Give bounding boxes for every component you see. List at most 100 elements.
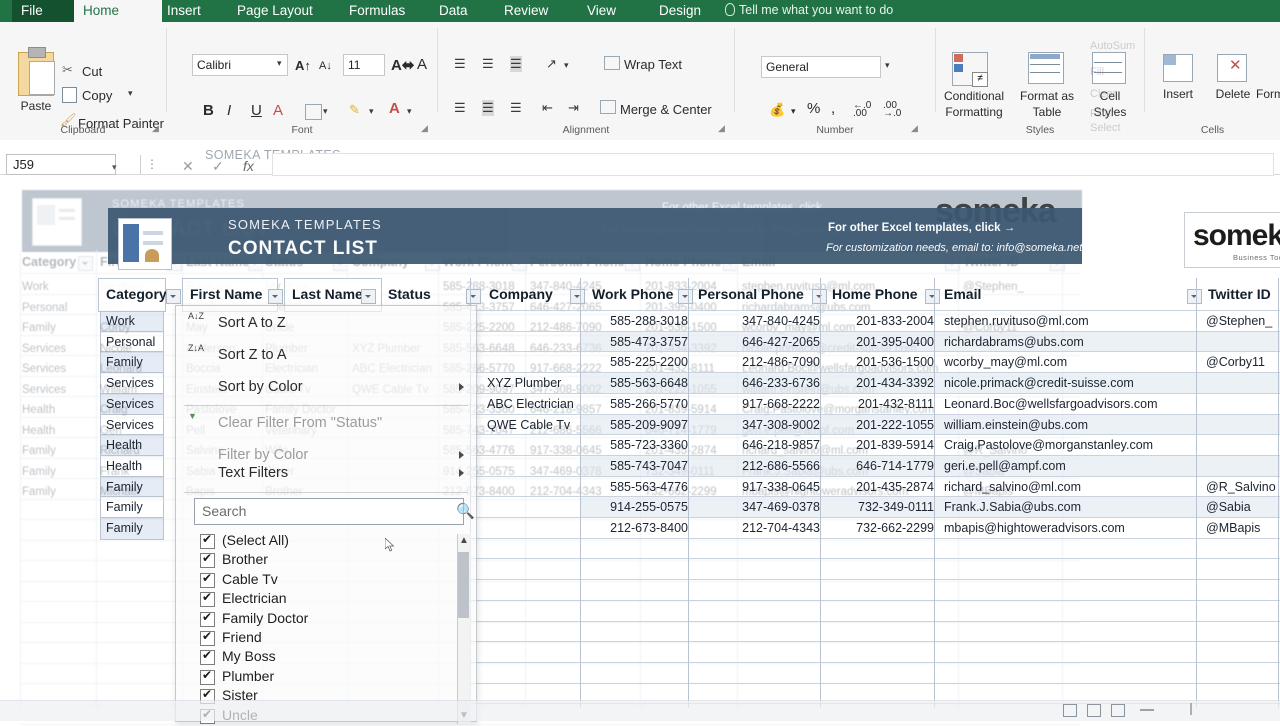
cell-personal-phone[interactable]: 347-840-4245 bbox=[700, 314, 820, 328]
cell-email[interactable]: Craig.Pastolove@morganstanley.com bbox=[944, 438, 1194, 452]
note-link-text[interactable]: For other Excel templates, click → bbox=[828, 222, 1015, 234]
filter-checkbox-item[interactable]: Cable Tv bbox=[222, 571, 462, 591]
cell-category[interactable]: Work bbox=[106, 314, 168, 328]
cell-home-phone[interactable]: 201-435-2874 bbox=[834, 480, 934, 494]
checkbox-icon[interactable] bbox=[200, 631, 215, 646]
cell-category[interactable]: Family bbox=[106, 521, 168, 535]
cell-personal-phone[interactable]: 646-233-6736 bbox=[700, 376, 820, 390]
normal-view-icon[interactable] bbox=[1063, 704, 1077, 717]
filter-icon-first-name[interactable] bbox=[268, 289, 283, 304]
cell-personal-phone[interactable]: 347-308-9002 bbox=[700, 418, 820, 432]
cell-personal-phone[interactable]: 212-686-5566 bbox=[700, 459, 820, 473]
cell-home-phone[interactable]: 732-349-0111 bbox=[834, 500, 934, 514]
cell-category[interactable]: Personal bbox=[106, 335, 168, 349]
cell-home-phone[interactable]: 732-662-2299 bbox=[834, 521, 934, 535]
scroll-up-icon[interactable]: ▲ bbox=[459, 535, 469, 546]
filter-icon-company[interactable] bbox=[570, 289, 585, 304]
checkbox-icon[interactable] bbox=[200, 573, 215, 588]
menu-item-text-filters[interactable]: Text Filters bbox=[176, 458, 476, 488]
cell-work-phone[interactable]: 585-723-3360 bbox=[588, 438, 688, 452]
filter-checkbox-item[interactable]: Brother bbox=[222, 551, 462, 571]
zoom-slider[interactable] bbox=[1140, 709, 1154, 711]
cell-category[interactable]: Services bbox=[106, 397, 168, 411]
cell-category[interactable]: Health bbox=[106, 438, 168, 452]
cell-email[interactable]: mbapis@hightoweradvisors.com bbox=[944, 521, 1194, 535]
checkbox-icon[interactable] bbox=[200, 670, 215, 685]
filter-icon-status[interactable] bbox=[466, 289, 481, 304]
page-layout-view-icon[interactable] bbox=[1087, 704, 1101, 717]
cell-home-phone[interactable]: 201-432-8111 bbox=[834, 397, 934, 411]
cell-personal-phone[interactable]: 917-668-2222 bbox=[700, 397, 820, 411]
menu-item-sort-za[interactable]: Sort Z to A bbox=[176, 340, 476, 370]
cell-email[interactable]: stephen.ruvituso@ml.com bbox=[944, 314, 1194, 328]
cell-home-phone[interactable]: 201-434-3392 bbox=[834, 376, 934, 390]
cell-home-phone[interactable]: 646-714-1779 bbox=[834, 459, 934, 473]
filter-checkbox-item[interactable]: (Select All) bbox=[222, 532, 462, 552]
cell-home-phone[interactable]: 201-536-1500 bbox=[834, 355, 934, 369]
filter-dropdown-menu[interactable]: A↓Z Sort A to Z Z↓A Sort Z to A Sort by … bbox=[175, 305, 477, 722]
filter-checkbox-item[interactable]: Friend bbox=[222, 629, 462, 649]
cell-twitter[interactable]: @Stephen_ bbox=[1206, 314, 1280, 328]
filter-checkbox-item[interactable]: My Boss bbox=[222, 648, 462, 668]
cell-work-phone[interactable]: 585-209-9097 bbox=[588, 418, 688, 432]
cell-email[interactable]: william.einstein@ubs.com bbox=[944, 418, 1194, 432]
cell-personal-phone[interactable]: 646-427-2065 bbox=[700, 335, 820, 349]
cell-twitter[interactable]: @MBapis bbox=[1206, 521, 1280, 535]
filter-icon-email[interactable] bbox=[1187, 289, 1202, 304]
cell-personal-phone[interactable]: 347-469-0378 bbox=[700, 500, 820, 514]
cell-home-phone[interactable]: 201-839-5914 bbox=[834, 438, 934, 452]
zoom-slider-thumb[interactable] bbox=[1190, 703, 1192, 715]
cell-home-phone[interactable]: 201-833-2004 bbox=[834, 314, 934, 328]
cell-personal-phone[interactable]: 212-704-4343 bbox=[700, 521, 820, 535]
checkbox-icon[interactable] bbox=[200, 592, 215, 607]
filter-icon-home-phone[interactable] bbox=[925, 289, 940, 304]
cell-company[interactable]: ABC Electrician bbox=[487, 397, 587, 411]
search-icon[interactable]: 🔍 bbox=[456, 502, 475, 520]
cell-work-phone[interactable]: 585-288-3018 bbox=[588, 314, 688, 328]
cell-home-phone[interactable]: 201-222-1055 bbox=[834, 418, 934, 432]
cell-email[interactable]: geri.e.pell@ampf.com bbox=[944, 459, 1194, 473]
checkbox-icon[interactable] bbox=[200, 650, 215, 665]
menu-item-sort-az[interactable]: Sort A to Z bbox=[176, 308, 476, 338]
cell-email[interactable]: Leonard.Boc@wellsfargoadvisors.com bbox=[944, 397, 1194, 411]
filter-checkbox-item[interactable]: Plumber bbox=[222, 668, 462, 688]
cell-work-phone[interactable]: 585-563-4776 bbox=[588, 480, 688, 494]
cell-email[interactable]: Frank.J.Sabia@ubs.com bbox=[944, 500, 1194, 514]
cell-category[interactable]: Services bbox=[106, 376, 168, 390]
filter-checkbox-item[interactable]: Family Doctor bbox=[222, 610, 462, 630]
cell-email[interactable]: richard_salvino@ml.com bbox=[944, 480, 1194, 494]
cell-work-phone[interactable]: 914-255-0575 bbox=[588, 500, 688, 514]
filter-icon-category[interactable] bbox=[166, 289, 181, 304]
menu-item-sort-by-color[interactable]: Sort by Color bbox=[176, 372, 476, 402]
checkbox-icon[interactable] bbox=[200, 534, 215, 549]
cell-work-phone[interactable]: 585-473-3757 bbox=[588, 335, 688, 349]
cell-personal-phone[interactable]: 212-486-7090 bbox=[700, 355, 820, 369]
cell-twitter[interactable]: @R_Salvino bbox=[1206, 480, 1280, 494]
checkbox-icon[interactable] bbox=[200, 553, 215, 568]
cell-category[interactable]: Family bbox=[106, 480, 168, 494]
menu-item-clear-filter[interactable]: Clear Filter From "Status" bbox=[176, 408, 476, 438]
cell-work-phone[interactable]: 585-266-5770 bbox=[588, 397, 688, 411]
cell-personal-phone[interactable]: 646-218-9857 bbox=[700, 438, 820, 452]
cell-company[interactable]: XYZ Plumber bbox=[487, 376, 587, 390]
cell-home-phone[interactable]: 201-395-0400 bbox=[834, 335, 934, 349]
page-break-view-icon[interactable] bbox=[1111, 704, 1125, 717]
filter-list-scroll-thumb[interactable] bbox=[458, 552, 469, 618]
cell-twitter[interactable]: @Sabia bbox=[1206, 500, 1280, 514]
filter-icon-last-name[interactable] bbox=[361, 289, 376, 304]
cell-email[interactable]: richardabrams@ubs.com bbox=[944, 335, 1194, 349]
cell-personal-phone[interactable]: 917-338-0645 bbox=[700, 480, 820, 494]
cell-twitter[interactable]: @Corby11 bbox=[1206, 355, 1280, 369]
cell-email[interactable]: wcorby_may@ml.com bbox=[944, 355, 1194, 369]
cell-company[interactable]: QWE Cable Tv bbox=[487, 418, 587, 432]
cell-category[interactable]: Health bbox=[106, 459, 168, 473]
cell-work-phone[interactable]: 585-225-2200 bbox=[588, 355, 688, 369]
cell-work-phone[interactable]: 585-743-7047 bbox=[588, 459, 688, 473]
cell-work-phone[interactable]: 212-673-8400 bbox=[588, 521, 688, 535]
cell-work-phone[interactable]: 585-563-6648 bbox=[588, 376, 688, 390]
cell-category[interactable]: Services bbox=[106, 418, 168, 432]
cell-category[interactable]: Family bbox=[106, 500, 168, 514]
cell-category[interactable]: Family bbox=[106, 355, 168, 369]
filter-icon-work-phone[interactable] bbox=[678, 289, 693, 304]
checkbox-icon[interactable] bbox=[200, 612, 215, 627]
